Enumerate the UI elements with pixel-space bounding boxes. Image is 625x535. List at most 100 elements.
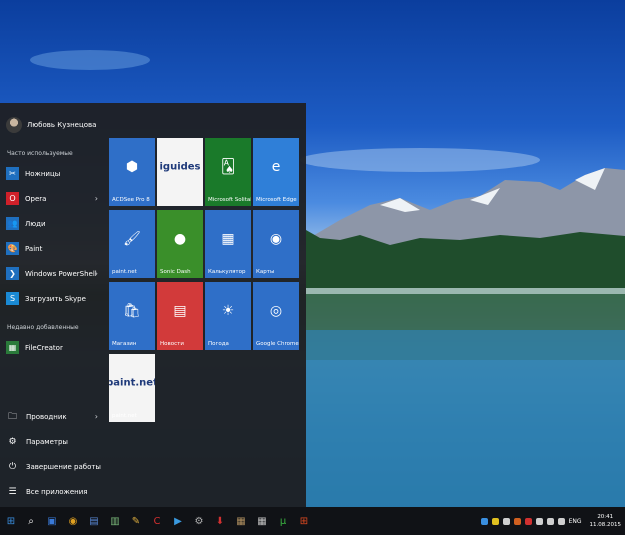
tile-label: paint.net [112,413,137,419]
chevron-right-icon[interactable]: › [95,269,98,278]
taskbar-windows-button[interactable]: ⊞ [293,507,315,535]
start-system-label: Все приложения [26,488,88,496]
taskbar-calculator-button[interactable]: ▦ [251,507,273,535]
chevron-right-icon[interactable]: › [95,412,98,421]
taskbar-save-button[interactable]: ▣ [41,507,63,535]
tray-app-7-icon[interactable] [546,517,554,525]
tile-label: Новости [160,341,184,347]
start-menu-left-column: Любовь Кузнецова Часто используемые ✂ Нож… [0,103,106,507]
taskbar-notes-button[interactable]: ▥ [104,507,126,535]
taskbar-downloader-button[interactable]: ⬇ [209,507,231,535]
most-used-title: Часто используемые [7,150,73,157]
start-app-item[interactable]: S Загрузить Skype [6,288,101,309]
start-system-label: Проводник [26,413,67,421]
taskbar-utorrent-button[interactable]: µ [272,507,294,535]
start-app-item[interactable]: ▦ FileCreator [6,337,101,358]
tile-paintnet[interactable]: 🖌 paint.net [109,210,155,278]
maps-icon: ◉ [269,230,283,247]
ccleaner-icon: C [153,515,161,527]
chrome-icon: ◎ [269,302,283,319]
start-app-item[interactable]: ❯ Windows PowerShell › [6,263,101,284]
tile-label: Карты [256,269,275,275]
taskbar-start-button[interactable]: ⊞ [0,507,22,535]
tile-weather[interactable]: ☀ Погода [205,282,251,350]
taskbar-paintnet-button[interactable]: ▤ [83,507,105,535]
start-app-label: Windows PowerShell [25,269,97,278]
start-system-label: Завершение работы [26,463,101,471]
start-app-item[interactable]: O Opera › [6,188,101,209]
downloader-icon: ⬇ [215,515,225,527]
tray-app-8-icon[interactable] [557,517,565,525]
tile-label: Microsoft Edge [256,197,297,203]
weather-icon: ☀ [221,302,235,319]
tile-maps[interactable]: ◉ Карты [253,210,299,278]
taskbar-settings-button[interactable]: ⚙ [188,507,210,535]
language-indicator[interactable]: ENG [569,518,582,525]
taskbar-search-button[interactable]: ⌕ [20,507,42,535]
search-icon: ⌕ [28,515,34,527]
start-app-label: Загрузить Skype [25,294,86,303]
news-icon: ▤ [173,302,187,319]
utorrent-icon: µ [279,515,287,527]
notes-icon: ▥ [110,515,120,527]
start-app-label: FileCreator [25,343,63,352]
start-app-label: Люди [25,219,46,228]
calculator-icon: ▦ [221,230,235,247]
tray-app-3-icon[interactable] [502,517,510,525]
player-icon: ▶ [174,515,182,527]
iguides-icon: iguides [159,161,201,173]
settings-icon: ⚙ [194,515,204,527]
tool-icon: ✎ [131,515,141,527]
start-app-item[interactable]: 🎨 Paint [6,238,101,259]
tile-iguides[interactable]: iguides [157,138,203,206]
start-system-item[interactable]: ☰ Все приложения [6,483,101,501]
tile-label: Погода [208,341,229,347]
tray-app-2-icon[interactable] [491,517,499,525]
store-icon: 🛍 [123,302,141,319]
explorer-icon: 🗀 [7,412,17,422]
tile-calculator[interactable]: ▦ Калькулятор [205,210,251,278]
start-menu: Любовь Кузнецова Часто используемые ✂ Нож… [0,103,306,507]
taskbar-tool-button[interactable]: ✎ [125,507,147,535]
chevron-right-icon[interactable]: › [95,194,98,203]
filecreator-icon: ▦ [6,341,19,354]
tile-label: Калькулятор [208,269,246,275]
start-app-item[interactable]: 👥 Люди [6,213,101,234]
start-system-item[interactable]: ⏻ Завершение работы [6,458,101,476]
user-account[interactable]: Любовь Кузнецова [6,115,96,135]
powershell-icon: ❯ [6,267,19,280]
tile-paintnet-large[interactable]: paint.net paint.net [109,354,155,422]
tray-app-4-icon[interactable] [513,517,521,525]
start-icon: ⊞ [6,515,16,527]
start-system-label: Параметры [26,438,68,446]
taskbar-player-button[interactable]: ▶ [167,507,189,535]
tile-sonic[interactable]: ● Sonic Dash [157,210,203,278]
start-app-label: Paint [25,244,43,253]
power-icon: ⏻ [8,462,17,472]
start-app-item[interactable]: ✂ Ножницы [6,163,101,184]
save-icon: ▣ [47,515,57,527]
tile-news[interactable]: ▤ Новости [157,282,203,350]
tile-chrome[interactable]: ◎ Google Chrome [253,282,299,350]
start-app-label: Opera [25,194,47,203]
taskbar-chrome-button[interactable]: ◉ [62,507,84,535]
tile-store[interactable]: 🛍 Магазин [109,282,155,350]
notepad-icon: ▦ [236,515,246,527]
scissors-icon: ✂ [6,167,19,180]
start-system-item[interactable]: 🗀 Проводник › [6,408,101,426]
tile-edge[interactable]: e Microsoft Edge [253,138,299,206]
windows-icon: ⊞ [299,515,309,527]
clock-time: 20:41 [597,514,614,520]
tray-app-1-icon[interactable] [480,517,488,525]
paintnet-icon: ▤ [89,515,99,527]
acdsee-icon: ⬢ [125,158,139,175]
paintnet-icon: 🖌 [123,230,141,247]
tray-app-5-icon[interactable] [524,517,532,525]
clock[interactable]: 20:41 11.08.2015 [590,513,622,529]
taskbar-ccleaner-button[interactable]: C [146,507,168,535]
tray-app-6-icon[interactable] [535,517,543,525]
tile-acdsee[interactable]: ⬢ ACDSee Pro 8 [109,138,155,206]
tile-solitaire[interactable]: 🂡 Microsoft Solitaire Collection [205,138,251,206]
taskbar-notepad-button[interactable]: ▦ [230,507,252,535]
start-system-item[interactable]: ⚙ Параметры [6,433,101,451]
